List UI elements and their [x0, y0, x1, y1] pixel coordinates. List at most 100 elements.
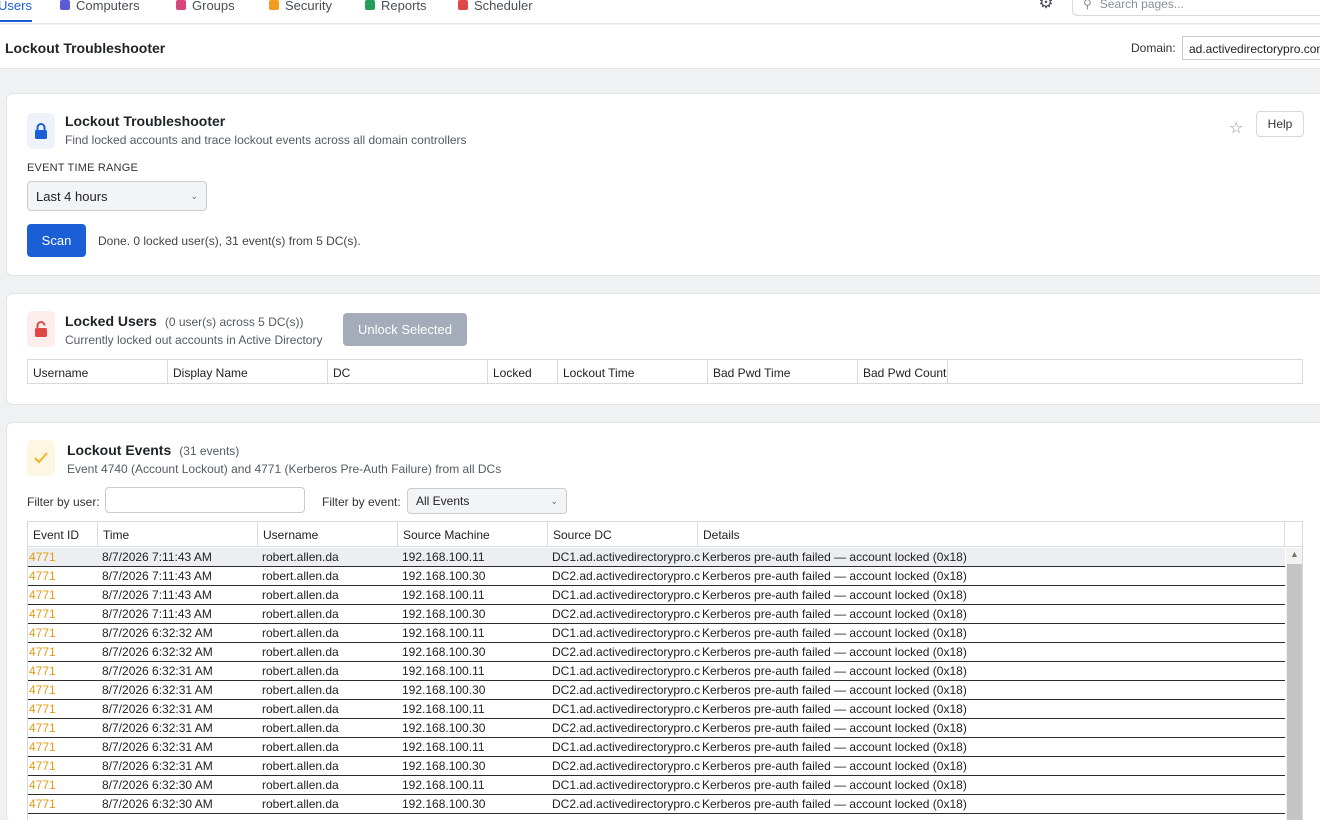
table-row[interactable]: 4771 8/7/2026 6:32:30 AM robert.allen.da 19…: [28, 795, 1285, 814]
source-machine-cell: 192.168.100.11: [402, 778, 485, 792]
event-id-cell: 4771: [29, 740, 56, 754]
page-header: Lockout Troubleshooter Domain: ad.active…: [0, 25, 1320, 69]
event-id-cell: 4771: [29, 664, 56, 678]
table-row[interactable]: 4771 8/7/2026 6:32:31 AM robert.allen.da 19…: [28, 662, 1285, 681]
time-cell: 8/7/2026 6:32:31 AM: [102, 721, 213, 735]
details-cell: Kerberos pre-auth failed — account locke…: [702, 645, 967, 659]
time-cell: 8/7/2026 7:11:43 AM: [102, 550, 212, 564]
calendar-icon: [458, 0, 468, 10]
username-cell: robert.allen.da: [262, 588, 339, 602]
source-machine-cell: 192.168.100.30: [402, 759, 486, 773]
column-header[interactable]: DC: [328, 360, 488, 383]
troubleshooter-subtitle: Find locked accounts and trace lockout e…: [65, 133, 467, 147]
tab-label: Security: [285, 0, 332, 13]
time-cell: 8/7/2026 6:32:31 AM: [102, 740, 213, 754]
time-cell: 8/7/2026 6:32:32 AM: [102, 626, 213, 640]
tab-scheduler[interactable]: Scheduler: [458, 0, 533, 16]
table-row[interactable]: 4771 8/7/2026 6:32:32 AM robert.allen.da 19…: [28, 643, 1285, 662]
details-cell: Kerberos pre-auth failed — account locke…: [702, 778, 967, 792]
column-header[interactable]: Source Machine: [398, 522, 548, 546]
username-cell: robert.allen.da: [262, 702, 339, 716]
locked-users-subtitle: Currently locked out accounts in Active …: [65, 333, 323, 347]
time-range-select[interactable]: Last 4 hours ⌄: [27, 181, 207, 211]
tab-groups[interactable]: Groups: [176, 0, 235, 16]
search-box[interactable]: ⚲: [1072, 0, 1320, 16]
table-row[interactable]: 4771 8/7/2026 7:11:43 AM robert.allen.da 19…: [28, 605, 1285, 624]
tab-security[interactable]: Security: [269, 0, 332, 16]
tab-users[interactable]: Users: [0, 0, 32, 22]
troubleshooter-title: Lockout Troubleshooter: [65, 113, 226, 129]
table-row[interactable]: 4771 8/7/2026 6:32:30 AM robert.allen.da 19…: [28, 776, 1285, 795]
lock-icon: [27, 113, 55, 149]
table-row[interactable]: 4771 8/7/2026 7:11:43 AM robert.allen.da 19…: [28, 586, 1285, 605]
help-button[interactable]: Help: [1256, 111, 1304, 137]
filter-event-select[interactable]: All Events ⌄: [407, 488, 567, 514]
time-range-value: Last 4 hours: [36, 188, 108, 204]
chevron-down-icon: ⌄: [190, 190, 198, 201]
locked-users-table-header: Username Display Name DC Locked Lockout …: [27, 359, 1303, 384]
lockout-events-title-text: Lockout Events: [67, 442, 172, 458]
lockout-events-title: Lockout Events (31 events): [67, 442, 239, 458]
scrollbar-thumb[interactable]: [1287, 564, 1302, 820]
source-dc-cell: DC2.ad.activedirectorypro.c: [552, 721, 700, 735]
tab-reports[interactable]: Reports: [365, 0, 427, 16]
source-dc-cell: DC1.ad.activedirectorypro.c: [552, 778, 700, 792]
lockout-events-table-header: Event ID Time Username Source Machine So…: [28, 522, 1302, 547]
column-header[interactable]: Time: [98, 522, 258, 546]
time-cell: 8/7/2026 6:32:30 AM: [102, 778, 213, 792]
table-row[interactable]: 4771 8/7/2026 7:11:43 AM robert.allen.da 19…: [28, 567, 1285, 586]
scan-button[interactable]: Scan: [27, 224, 86, 257]
column-header[interactable]: Details: [698, 522, 1285, 546]
table-row[interactable]: 4771 8/7/2026 6:32:31 AM robert.allen.da 19…: [28, 719, 1285, 738]
source-dc-cell: DC1.ad.activedirectorypro.c: [552, 626, 700, 640]
column-header[interactable]: Lockout Time: [558, 360, 708, 383]
scroll-up-icon[interactable]: ▲: [1290, 549, 1299, 559]
details-cell: Kerberos pre-auth failed — account locke…: [702, 740, 967, 754]
source-dc-cell: DC1.ad.activedirectorypro.c: [552, 550, 700, 564]
column-header[interactable]: Bad Pwd Count: [858, 360, 948, 383]
username-cell: robert.allen.da: [262, 645, 339, 659]
source-dc-cell: DC1.ad.activedirectorypro.c: [552, 740, 700, 754]
scan-status: Done. 0 locked user(s), 31 event(s) from…: [98, 234, 361, 248]
gear-icon[interactable]: ⚙: [1037, 0, 1055, 12]
event-id-cell: 4771: [29, 797, 56, 811]
domain-select[interactable]: ad.activedirectorypro.com: [1182, 36, 1320, 60]
username-cell: robert.allen.da: [262, 607, 339, 621]
column-header[interactable]: Username: [28, 360, 168, 383]
tab-computers[interactable]: Computers: [60, 0, 140, 16]
report-icon: [365, 0, 375, 10]
table-row[interactable]: 4771 8/7/2026 6:32:31 AM robert.allen.da 19…: [28, 700, 1285, 719]
time-range-label: EVENT TIME RANGE: [27, 162, 138, 174]
column-header[interactable]: Bad Pwd Time: [708, 360, 858, 383]
search-icon: ⚲: [1083, 0, 1092, 11]
table-row[interactable]: 4771 8/7/2026 6:32:31 AM robert.allen.da 19…: [28, 757, 1285, 776]
details-cell: Kerberos pre-auth failed — account locke…: [702, 702, 967, 716]
event-id-cell: 4771: [29, 626, 56, 640]
source-dc-cell: DC1.ad.activedirectorypro.c: [552, 702, 700, 716]
source-machine-cell: 192.168.100.11: [402, 588, 485, 602]
table-row[interactable]: 4771 8/7/2026 6:32:32 AM robert.allen.da 19…: [28, 624, 1285, 643]
column-header[interactable]: Username: [258, 522, 398, 546]
username-cell: robert.allen.da: [262, 626, 339, 640]
column-header[interactable]: Locked: [488, 360, 558, 383]
source-dc-cell: DC2.ad.activedirectorypro.c: [552, 607, 700, 621]
tab-label: Reports: [381, 0, 427, 13]
column-header[interactable]: Event ID: [28, 522, 98, 546]
event-id-cell: 4771: [29, 569, 56, 583]
lockout-events-subtitle: Event 4740 (Account Lockout) and 4771 (K…: [67, 462, 502, 476]
search-input[interactable]: [1099, 0, 1300, 11]
username-cell: robert.allen.da: [262, 721, 339, 735]
table-row[interactable]: 4771 8/7/2026 6:32:31 AM robert.allen.da 19…: [28, 738, 1285, 757]
username-cell: robert.allen.da: [262, 759, 339, 773]
event-id-cell: 4771: [29, 702, 56, 716]
filter-user-input[interactable]: [105, 487, 305, 513]
table-row[interactable]: 4771 8/7/2026 6:32:31 AM robert.allen.da 19…: [28, 681, 1285, 700]
star-icon[interactable]: ☆: [1229, 118, 1243, 138]
column-header[interactable]: Display Name: [168, 360, 328, 383]
details-cell: Kerberos pre-auth failed — account locke…: [702, 797, 967, 811]
column-header[interactable]: Source DC: [548, 522, 698, 546]
username-cell: robert.allen.da: [262, 569, 339, 583]
troubleshooter-card: Lockout Troubleshooter Find locked accou…: [6, 93, 1320, 276]
table-row[interactable]: 4771 8/7/2026 7:11:43 AM robert.allen.da 19…: [28, 548, 1285, 567]
unlock-selected-button[interactable]: Unlock Selected: [343, 313, 467, 346]
